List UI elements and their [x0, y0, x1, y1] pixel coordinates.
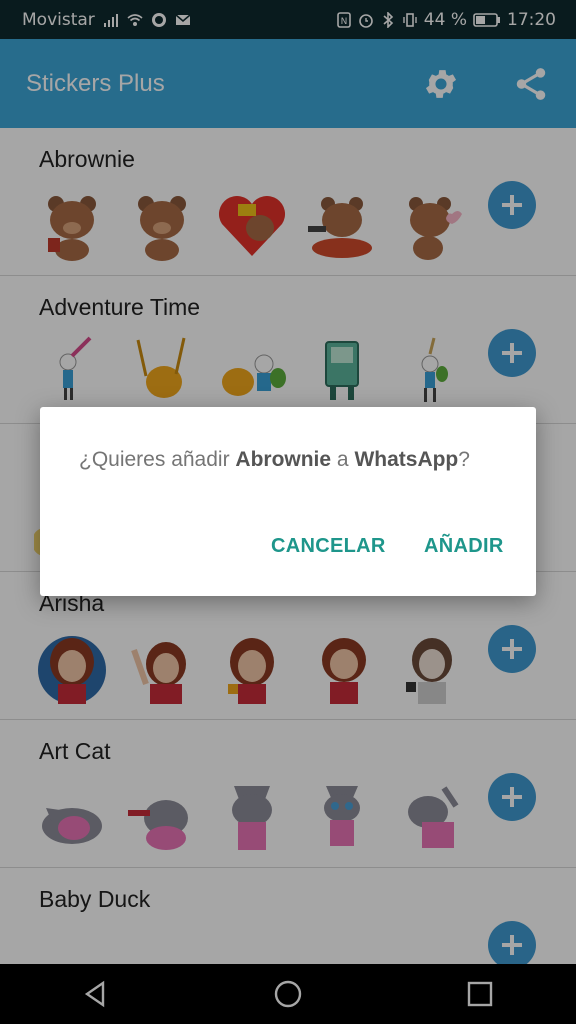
add-pack-dialog: ¿Quieres añadir Abrownie a WhatsApp? CAN… [40, 407, 536, 596]
dialog-message-middle: a [331, 448, 355, 471]
dialog-pack-name: Abrownie [235, 448, 332, 471]
dialog-app-name: WhatsApp [354, 448, 459, 471]
dialog-message: ¿Quieres añadir Abrownie a WhatsApp? [79, 445, 499, 475]
cancel-button[interactable]: CANCELAR [271, 535, 386, 558]
add-button[interactable]: AÑADIR [424, 535, 504, 558]
dialog-message-suffix: ? [458, 448, 470, 471]
dialog-message-prefix: ¿Quieres añadir [79, 448, 236, 471]
